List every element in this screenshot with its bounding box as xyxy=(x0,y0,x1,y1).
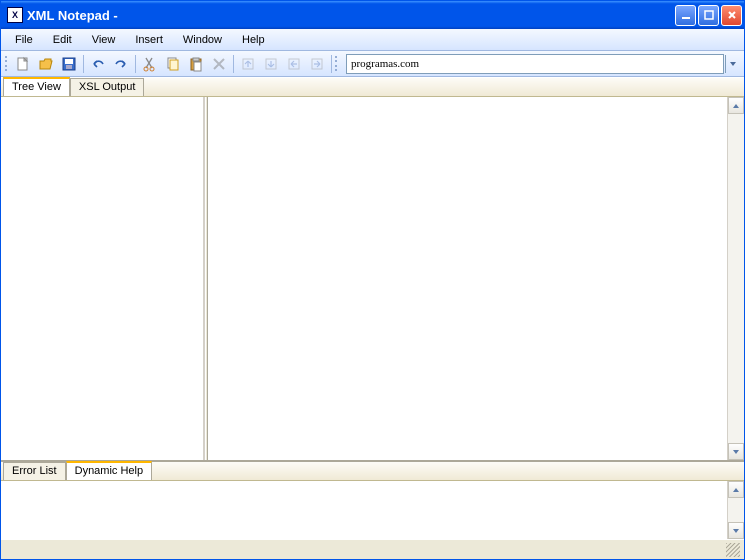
open-button[interactable] xyxy=(35,53,57,75)
menu-window[interactable]: Window xyxy=(173,32,232,48)
scroll-up-button[interactable] xyxy=(728,97,744,114)
menu-view[interactable]: View xyxy=(82,32,126,48)
nudge-up-button[interactable] xyxy=(237,53,259,75)
scroll-up-button[interactable] xyxy=(728,481,744,498)
window-buttons xyxy=(675,5,742,26)
toolbar-separator xyxy=(83,55,84,73)
toolbar xyxy=(1,51,744,77)
help-content[interactable] xyxy=(1,481,727,539)
top-tabstrip: Tree View XSL Output xyxy=(1,77,744,97)
toolbar-separator xyxy=(135,55,136,73)
tab-dynamic-help[interactable]: Dynamic Help xyxy=(66,461,152,480)
toolbar-grip[interactable] xyxy=(335,55,339,73)
redo-button[interactable] xyxy=(110,53,132,75)
nudge-right-button[interactable] xyxy=(306,53,328,75)
maximize-button[interactable] xyxy=(698,5,719,26)
address-dropdown-button[interactable] xyxy=(725,55,740,73)
nudge-down-button[interactable] xyxy=(260,53,282,75)
titlebar[interactable]: X XML Notepad - xyxy=(1,1,744,29)
cut-button[interactable] xyxy=(139,53,161,75)
tab-xsl-output[interactable]: XSL Output xyxy=(70,78,144,96)
bottom-tabstrip: Error List Dynamic Help xyxy=(1,461,744,481)
resize-grip[interactable] xyxy=(726,543,740,557)
statusbar xyxy=(1,539,744,559)
bottom-panel xyxy=(1,481,744,539)
paste-button[interactable] xyxy=(185,53,207,75)
save-button[interactable] xyxy=(58,53,80,75)
menu-help[interactable]: Help xyxy=(232,32,275,48)
bottom-scrollbar[interactable] xyxy=(727,481,744,539)
minimize-button[interactable] xyxy=(675,5,696,26)
scroll-track[interactable] xyxy=(728,498,744,522)
toolbar-grip[interactable] xyxy=(5,55,9,73)
toolbar-separator xyxy=(331,55,332,73)
window-title: XML Notepad - xyxy=(27,8,675,23)
scroll-down-button[interactable] xyxy=(728,522,744,539)
tree-pane[interactable] xyxy=(1,97,205,460)
scroll-down-button[interactable] xyxy=(728,443,744,460)
menu-edit[interactable]: Edit xyxy=(43,32,82,48)
content-pane[interactable] xyxy=(208,97,727,460)
nudge-left-button[interactable] xyxy=(283,53,305,75)
tab-error-list[interactable]: Error List xyxy=(3,462,66,480)
toolbar-separator xyxy=(233,55,234,73)
address-input[interactable] xyxy=(351,58,719,70)
menu-insert[interactable]: Insert xyxy=(125,32,173,48)
workspace xyxy=(1,97,744,461)
vertical-scrollbar[interactable] xyxy=(727,97,744,460)
new-button[interactable] xyxy=(12,53,34,75)
menubar: File Edit View Insert Window Help xyxy=(1,29,744,51)
scroll-track[interactable] xyxy=(728,114,744,443)
undo-button[interactable] xyxy=(87,53,109,75)
delete-button[interactable] xyxy=(208,53,230,75)
address-box xyxy=(346,54,724,74)
app-window: X XML Notepad - File Edit View Insert Wi… xyxy=(0,0,745,560)
app-icon: X xyxy=(7,7,23,23)
menu-file[interactable]: File xyxy=(5,32,43,48)
copy-button[interactable] xyxy=(162,53,184,75)
tab-tree-view[interactable]: Tree View xyxy=(3,77,70,96)
close-button[interactable] xyxy=(721,5,742,26)
